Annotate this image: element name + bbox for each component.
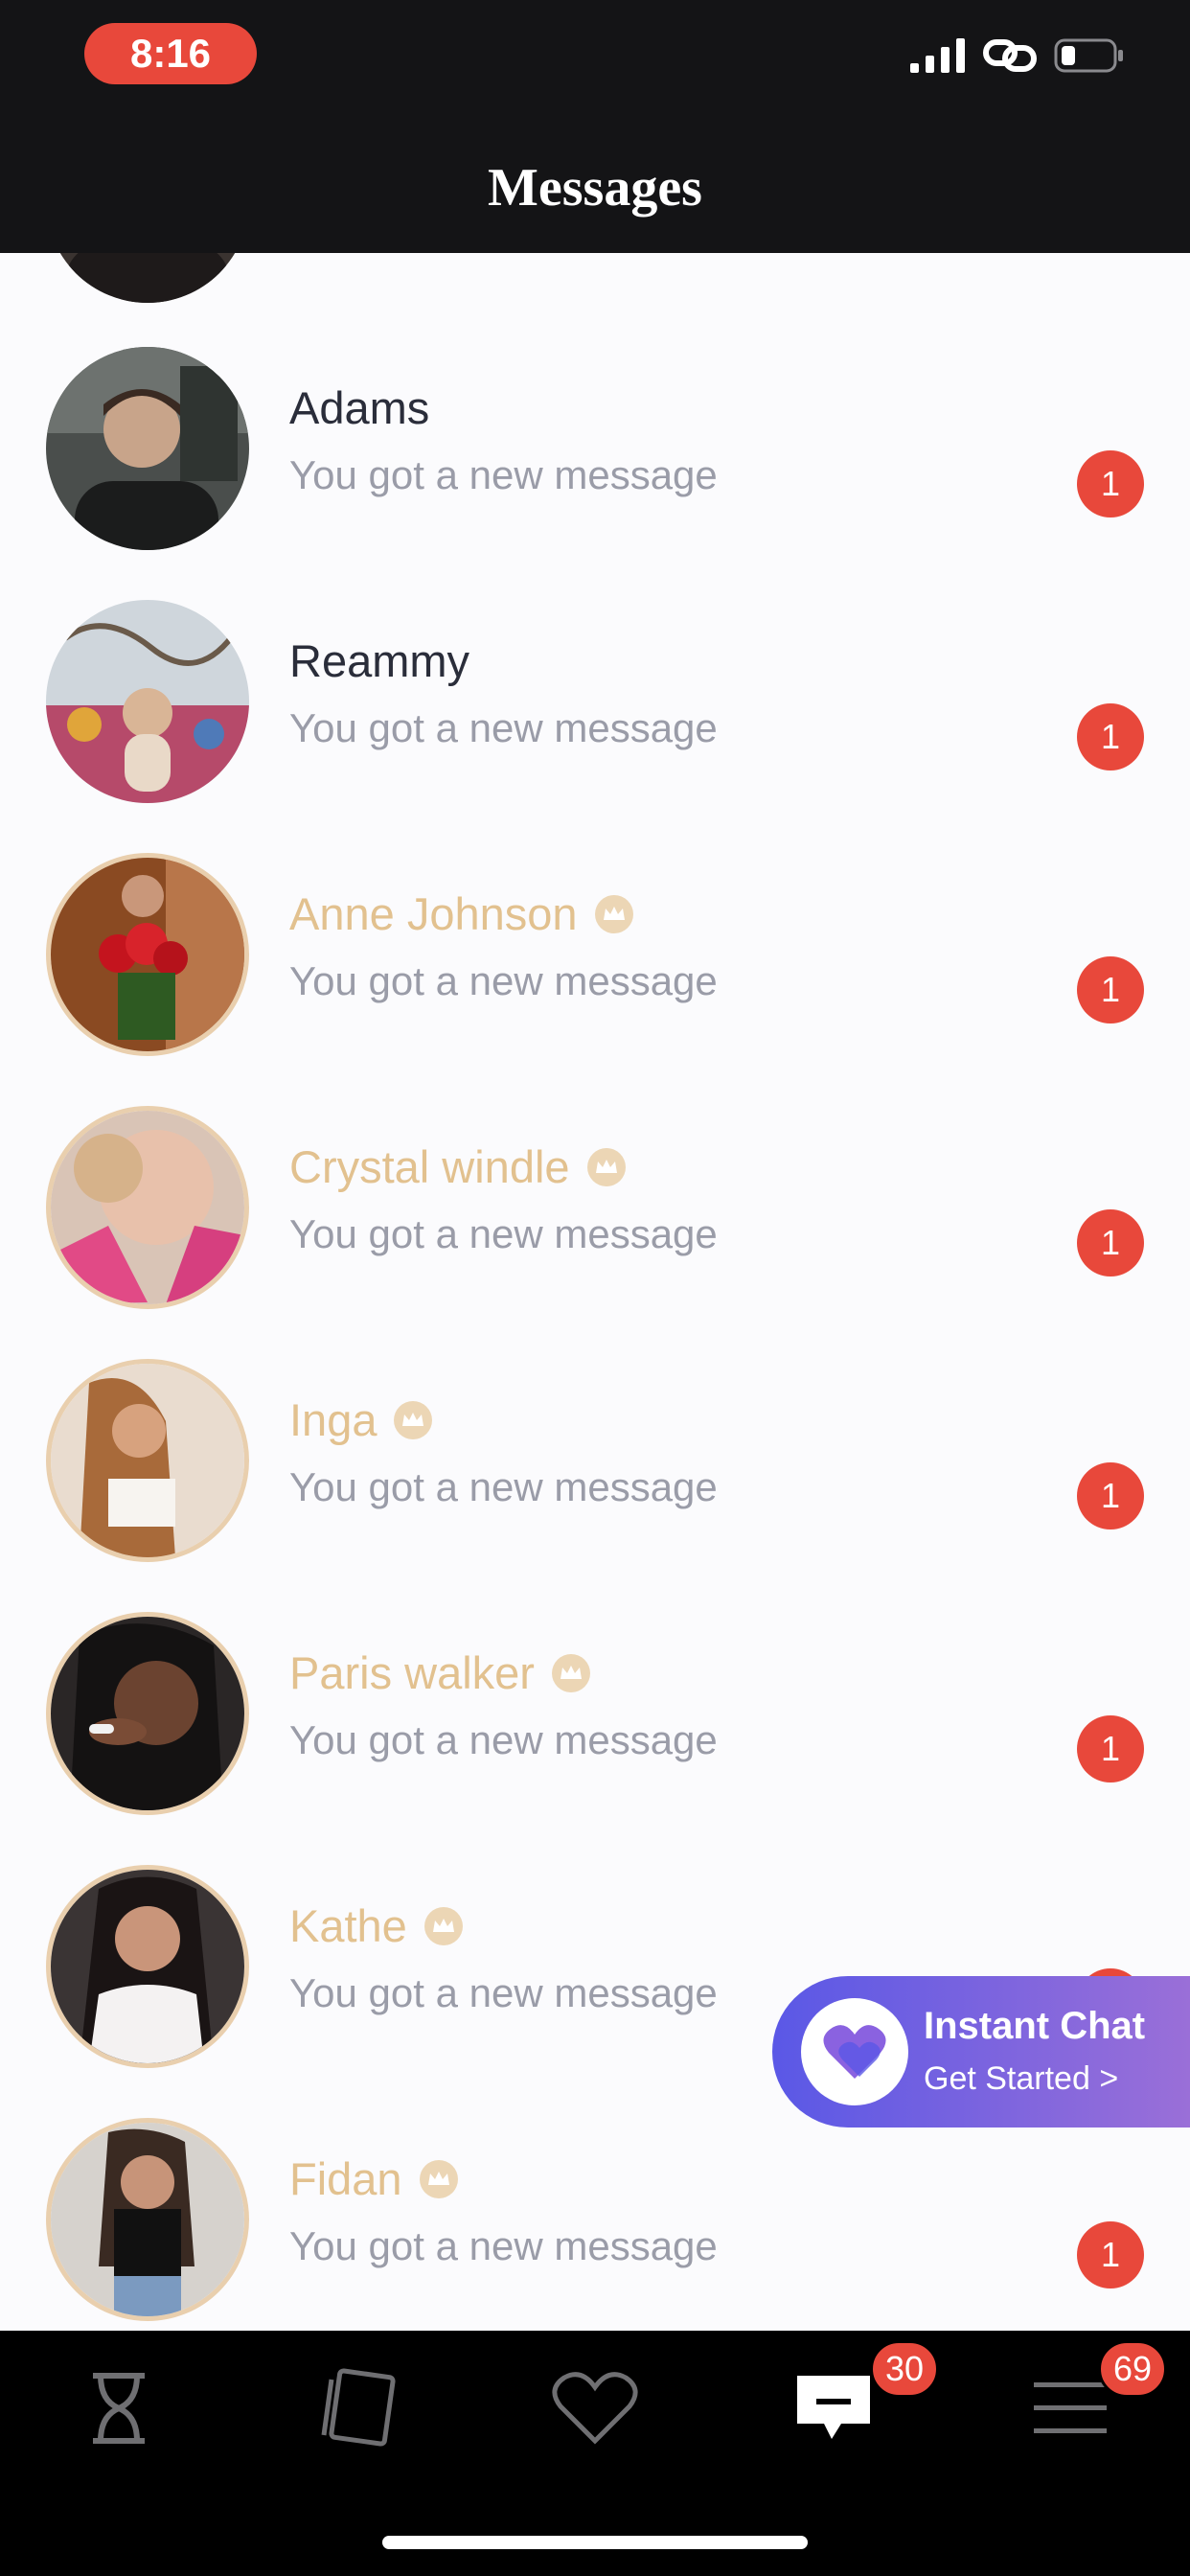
avatar [46,853,249,1056]
contact-name: Anne Johnson [289,887,633,940]
conversation-row[interactable]: Adams You got a new message 1 [0,345,1190,598]
unread-badge: 1 [1077,956,1144,1024]
unread-badge: 1 [1077,1209,1144,1276]
contact-name-text: Adams [289,382,430,433]
cards-icon [321,2368,396,2447]
chat-icon [797,2376,870,2439]
home-indicator [382,2536,808,2549]
battery-icon [1054,38,1123,73]
tab-likes[interactable] [538,2356,652,2461]
avatar [46,253,249,303]
unread-badge: 1 [1077,703,1144,770]
crown-icon [594,894,633,933]
contact-name: Paris walker [289,1646,590,1699]
contact-name: Inga [289,1393,433,1446]
avatar [46,600,249,803]
unread-badge: 1 [1077,2221,1144,2288]
conversation-row[interactable]: Paris walker You got a new message 1 [0,1610,1190,1863]
message-preview: You got a new message [289,1464,718,1509]
signal-icon [910,38,965,73]
contact-name: Kathe [289,1899,463,1952]
crown-icon [586,1147,626,1186]
instant-chat-heart-icon [801,1998,908,2105]
contact-name-text: Anne Johnson [289,888,578,939]
status-time: 8:16 [84,23,257,84]
message-preview: You got a new message [289,705,718,750]
crown-icon [551,1653,590,1692]
crown-icon [423,1906,463,1945]
message-preview: You got a new message [289,958,718,1003]
avatar [46,1106,249,1309]
tab-cards[interactable] [299,2356,414,2461]
contact-name-text: Inga [289,1394,378,1445]
contact-name-text: Crystal windle [289,1141,570,1192]
message-preview: You got a new message [289,452,718,497]
message-preview: You got a new message [289,1211,718,1256]
avatar [46,1359,249,1562]
contact-name-text: Kathe [289,1900,407,1951]
conversation-row[interactable]: Inga You got a new message 1 [0,1357,1190,1610]
conversation-row-partial[interactable] [0,253,1190,353]
page-title: Messages [488,158,702,218]
conversation-row[interactable]: Anne Johnson You got a new message 1 [0,851,1190,1104]
unread-badge: 1 [1077,1462,1144,1530]
conversation-row[interactable]: Reammy You got a new message 1 [0,598,1190,851]
contact-name: Fidan [289,2152,458,2205]
conversation-row[interactable]: Crystal windle You got a new message 1 [0,1104,1190,1357]
contact-name: Crystal windle [289,1140,626,1193]
status-bar: 8:16 Messages [0,0,1190,253]
avatar [46,1865,249,2068]
contact-name-text: Reammy [289,635,470,686]
messages-count-badge: 30 [870,2340,939,2398]
contact-name: Adams [289,381,429,434]
avatar [46,1612,249,1815]
contact-name-text: Paris walker [289,1647,535,1698]
contact-name-text: Fidan [289,2153,402,2204]
message-preview: You got a new message [289,1970,718,2015]
hourglass-icon [93,2373,145,2444]
message-preview: You got a new message [289,2223,718,2268]
menu-icon [1034,2382,1107,2433]
contact-name: Reammy [289,634,469,687]
instant-chat-button[interactable]: Instant Chat Get Started > [772,1976,1190,2128]
status-icons [910,36,1125,75]
tab-hourglass[interactable] [61,2356,176,2461]
menu-count-badge: 69 [1098,2340,1167,2398]
avatar [46,2118,249,2321]
link-icon [983,39,1037,72]
instant-chat-subtitle: Get Started > [924,2060,1119,2097]
crown-icon [419,2159,458,2198]
unread-badge: 1 [1077,1715,1144,1782]
message-preview: You got a new message [289,1717,718,1762]
instant-chat-title: Instant Chat [924,2005,1146,2047]
avatar [46,347,249,550]
conversation-row[interactable]: Fidan You got a new message 1 [0,2116,1190,2331]
crown-icon [394,1400,433,1439]
tab-bar: 30 69 [0,2331,1190,2576]
heart-icon [552,2372,638,2445]
unread-badge: 1 [1077,450,1144,518]
